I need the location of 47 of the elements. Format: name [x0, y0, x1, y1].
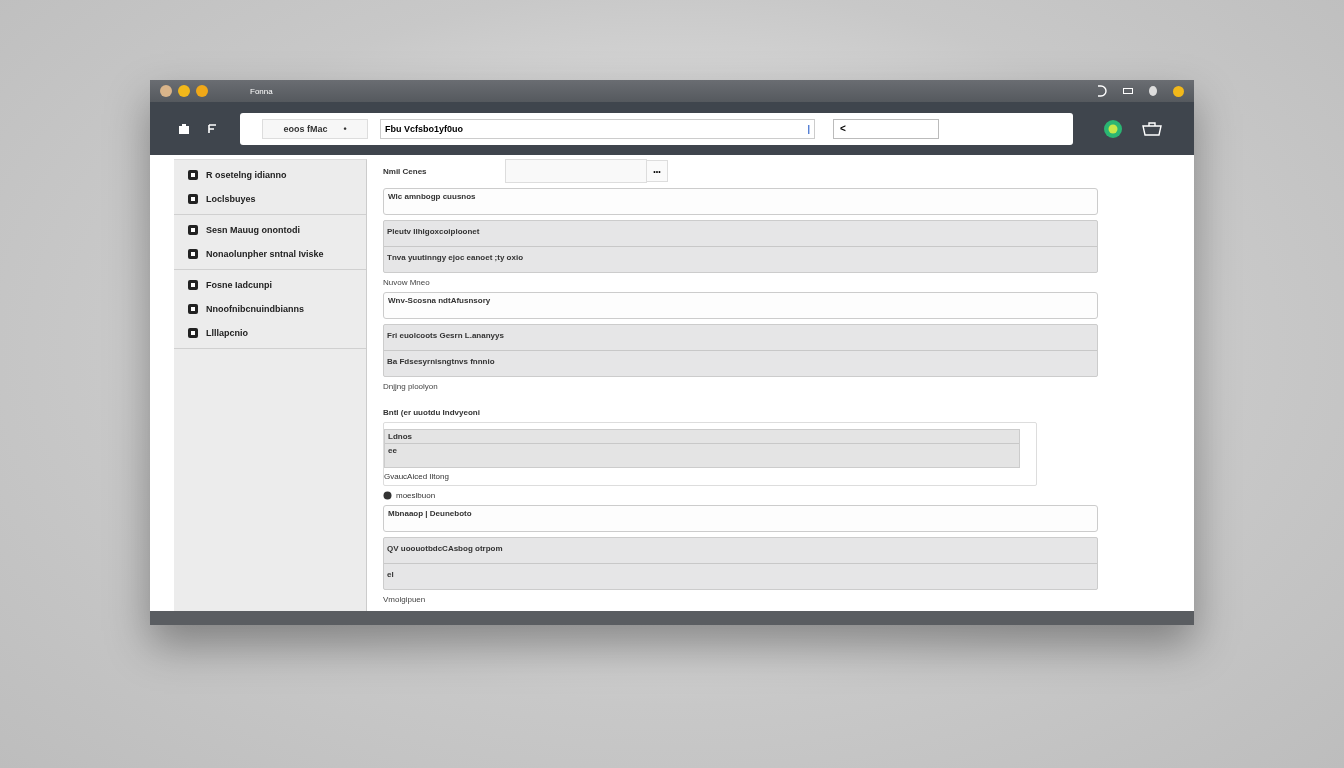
helper-text: Vmolgipuen [383, 595, 427, 604]
circle-icon[interactable] [1149, 86, 1157, 96]
basket-icon[interactable] [1141, 120, 1163, 137]
panel-line: QV uoouotbdcCAsbog otrpom [384, 538, 1097, 564]
section-heading: Bntl (er uuotdu Indvyeoni [383, 408, 481, 417]
sidebar-item[interactable]: R osetelng idianno [174, 163, 366, 187]
list-line: ee [387, 445, 398, 457]
list-line: Ldnos [385, 430, 1019, 444]
sidebar-item[interactable]: Fosne Iadcunpi [174, 273, 366, 297]
panel-line: Fri euolcoots Gesrn L.ananyys [384, 325, 1097, 351]
address-field[interactable]: Fbu Vcfsbo1yf0uo | [380, 118, 815, 139]
circle-icon [383, 491, 392, 500]
input-field[interactable]: Wlc amnbogp cuusnos [383, 188, 1098, 215]
select-field[interactable] [505, 159, 647, 183]
panel-line: Ba Fdsesyrnisngtnvs fnnnio [386, 356, 496, 368]
panel-line: Pleutv Ilhlgoxcoiploonet [384, 221, 1097, 247]
folder-icon [188, 328, 198, 338]
panel-line: el [386, 569, 395, 581]
close-icon[interactable] [160, 85, 172, 97]
helper-text: Nuvow Mneo [383, 278, 431, 287]
minimize-icon[interactable] [178, 85, 190, 97]
option-item[interactable]: moeslbuon [383, 491, 1194, 500]
folder-icon [188, 225, 198, 235]
sidebar-item[interactable]: Nnoofnibcnuindbianns [174, 297, 366, 321]
helper-text: Dnjjng ploolyon [383, 382, 439, 391]
field-label: Nmil Cenes [383, 166, 428, 176]
sidebar-item[interactable]: Nonaolunpher sntnal Iviske [174, 242, 366, 266]
input-field[interactable]: Wnv-Scosna ndtAfusnsory [383, 292, 1098, 319]
panel-line: Tnva yuutinngy ejoc eanoet ;ty oxio [386, 252, 525, 264]
globe-icon[interactable] [1103, 118, 1123, 139]
input-field[interactable]: Mbnaaop | Deuneboto [383, 505, 1098, 532]
maximize-icon[interactable] [196, 85, 208, 97]
sidebar-item[interactable]: Llllapcnio [174, 321, 366, 345]
sidebar-item[interactable]: Loclsbuyes [174, 187, 366, 211]
folder-icon [188, 194, 198, 204]
window-title: Fonna [250, 86, 273, 96]
panel-caption: GvaucAiced Iltong [384, 471, 450, 483]
folder-icon [188, 170, 198, 180]
folder-icon [188, 280, 198, 290]
minimize-icon[interactable] [1123, 88, 1133, 94]
tab[interactable]: eoos fMac • [262, 118, 368, 139]
input-field[interactable]: < [833, 118, 939, 139]
moon-icon[interactable] [1095, 85, 1107, 97]
sidebar-item[interactable]: Sesn Mauug onontodi [174, 218, 366, 242]
circle-icon[interactable] [1173, 85, 1184, 97]
folder-icon [188, 249, 198, 259]
folder-icon [188, 304, 198, 314]
